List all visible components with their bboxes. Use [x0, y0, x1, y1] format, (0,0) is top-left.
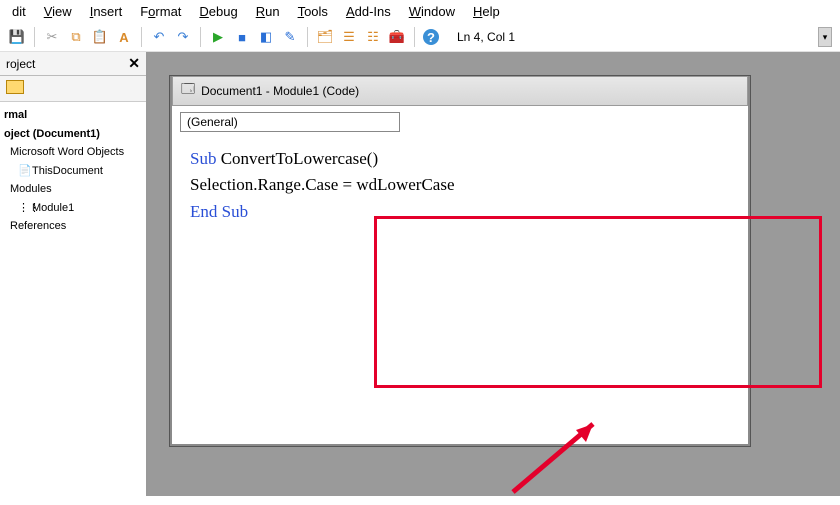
design-icon[interactable]: ✎ — [281, 28, 299, 46]
menu-tools[interactable]: Tools — [298, 4, 328, 19]
break-icon[interactable]: ■ — [233, 28, 251, 46]
run-icon[interactable]: ▶ — [209, 28, 227, 46]
menu-format[interactable]: Format — [140, 4, 181, 19]
reset-icon[interactable]: ◧ — [257, 28, 275, 46]
tree-word-objects[interactable]: Microsoft Word Objects — [2, 143, 144, 162]
project-panel: roject ✕ rmal oject (Document1) Microsof… — [0, 52, 148, 496]
tree-project[interactable]: oject (Document1) — [2, 125, 144, 144]
mdi-workspace: 🗔 Document1 - Module1 (Code) (General) S… — [148, 52, 840, 496]
toolbar-separator — [200, 27, 201, 47]
code-window-titlebar[interactable]: 🗔 Document1 - Module1 (Code) — [172, 76, 748, 106]
menu-bar: dit View Insert Format Debug Run Tools A… — [0, 0, 840, 23]
close-icon[interactable]: ✕ — [128, 55, 140, 72]
tree-normal[interactable]: rmal — [2, 106, 144, 125]
tree-references[interactable]: References — [2, 217, 144, 236]
menu-help[interactable]: Help — [473, 4, 500, 19]
save-icon[interactable]: 💾 — [8, 28, 26, 46]
code-line: Selection.Range.Case = wdLowerCase — [190, 172, 730, 198]
tree-module1[interactable]: ⋮⋮Module1 — [2, 199, 144, 218]
menu-insert[interactable]: Insert — [90, 4, 123, 19]
code-editor[interactable]: Sub ConvertToLowercase() Selection.Range… — [172, 132, 748, 239]
tree-modules[interactable]: Modules — [2, 180, 144, 199]
object-dropdown[interactable]: (General) — [180, 112, 400, 132]
toolbar-separator — [307, 27, 308, 47]
redo-icon[interactable]: ↷ — [174, 28, 192, 46]
menu-view[interactable]: View — [44, 4, 72, 19]
tree-thisdocument[interactable]: 📄ThisDocument — [2, 162, 144, 181]
toolbar-separator — [141, 27, 142, 47]
cursor-position: Ln 4, Col 1 — [457, 30, 515, 44]
toolbox-icon[interactable]: 🧰 — [388, 28, 406, 46]
project-panel-toolbar — [0, 76, 146, 102]
menu-edit[interactable]: dit — [12, 4, 26, 19]
find-icon[interactable]: A — [115, 28, 133, 46]
copy-icon[interactable]: ⧉ — [67, 28, 85, 46]
project-tree: rmal oject (Document1) Microsoft Word Ob… — [0, 102, 146, 496]
code-window-icon: 🗔 — [181, 80, 195, 102]
cut-icon[interactable]: ✂ — [43, 28, 61, 46]
properties-icon[interactable]: ☰ — [340, 28, 358, 46]
toolbar-separator — [414, 27, 415, 47]
document-icon: 📄 — [18, 163, 32, 180]
object-browser-icon[interactable]: ☷ — [364, 28, 382, 46]
help-icon[interactable]: ? — [423, 29, 439, 45]
paste-icon[interactable]: 📋 — [91, 28, 109, 46]
toolbar-overflow-button[interactable]: ▾ — [818, 27, 832, 47]
toolbar: 💾 ✂ ⧉ 📋 A ↶ ↷ ▶ ■ ◧ ✎ 🗂 ☰ ☷ 🧰 ? Ln 4, Co… — [0, 23, 840, 52]
menu-run[interactable]: Run — [256, 4, 280, 19]
code-window-title: Document1 - Module1 (Code) — [201, 84, 359, 98]
menu-debug[interactable]: Debug — [199, 4, 237, 19]
code-line: Sub ConvertToLowercase() — [190, 146, 730, 172]
undo-icon[interactable]: ↶ — [150, 28, 168, 46]
project-panel-title: roject — [6, 57, 35, 71]
module-icon: ⋮⋮ — [18, 200, 32, 217]
code-line: End Sub — [190, 199, 730, 225]
code-window: 🗔 Document1 - Module1 (Code) (General) S… — [170, 76, 750, 446]
menu-addins[interactable]: Add-Ins — [346, 4, 391, 19]
folder-icon[interactable] — [6, 80, 24, 94]
project-explorer-icon[interactable]: 🗂 — [316, 28, 334, 46]
menu-window[interactable]: Window — [409, 4, 455, 19]
toolbar-separator — [34, 27, 35, 47]
